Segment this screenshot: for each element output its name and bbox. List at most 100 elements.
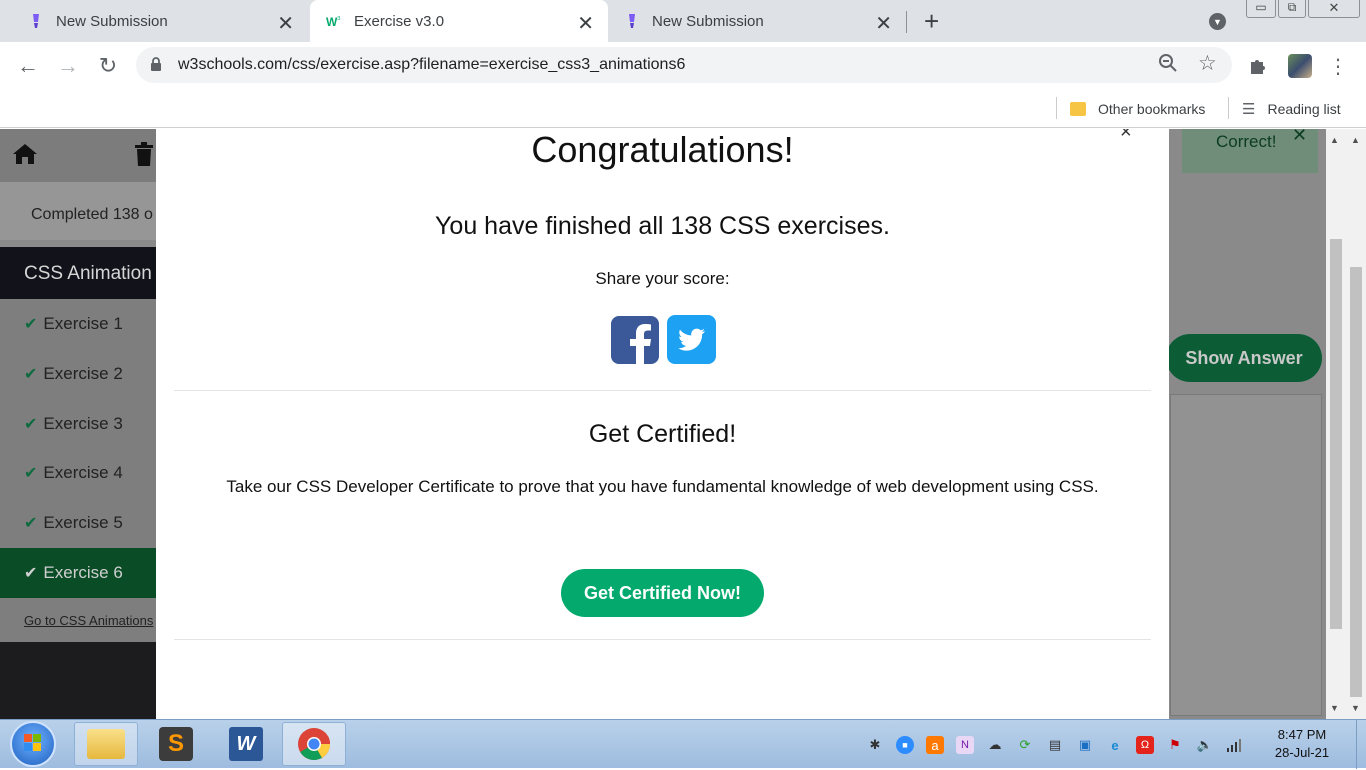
- restore-button[interactable]: ⧉: [1278, 0, 1306, 18]
- completed-count: Completed 138 o: [0, 182, 160, 240]
- tab-search-icon[interactable]: ▼: [1209, 13, 1226, 30]
- scroll-thumb[interactable]: [1350, 267, 1362, 697]
- facebook-share-button[interactable]: [611, 316, 659, 364]
- home-icon[interactable]: [12, 142, 38, 171]
- svg-text:3: 3: [337, 16, 340, 22]
- reload-icon[interactable]: ↻: [94, 52, 122, 80]
- clock-date: 28-Jul-21: [1274, 745, 1330, 760]
- sync-icon[interactable]: ⟳: [1016, 736, 1034, 754]
- w3schools-icon: W3: [326, 13, 342, 29]
- profile-avatar[interactable]: [1286, 52, 1314, 80]
- zoom-app-icon[interactable]: ■: [896, 736, 914, 754]
- close-notice-icon[interactable]: ✕: [1292, 129, 1307, 146]
- close-tab-icon[interactable]: ✕: [277, 11, 294, 36]
- scroll-down-icon[interactable]: ▼: [1351, 703, 1360, 713]
- brush-icon: [624, 13, 640, 29]
- sidebar-item-exercise-3[interactable]: ✔ Exercise 3: [0, 399, 160, 449]
- zoom-icon[interactable]: [1158, 53, 1178, 78]
- close-tab-icon[interactable]: ✕: [875, 11, 892, 36]
- finished-message: You have finished all 138 CSS exercises.: [435, 212, 890, 240]
- taskbar: S W ✱ ■ a N ☁ ⟳ ▤ ▣ e Ω ⚑ 🔈 8:47 PM 28-J…: [0, 719, 1366, 769]
- sidebar-item-exercise-1[interactable]: ✔ Exercise 1: [0, 299, 160, 349]
- tab-exercise[interactable]: W3 Exercise v3.0 ✕: [310, 0, 608, 42]
- signal-icon[interactable]: [1226, 736, 1244, 754]
- tab-title: New Submission: [652, 12, 764, 30]
- scroll-thumb[interactable]: [1330, 239, 1342, 629]
- chrome-icon: [298, 728, 331, 761]
- brush-icon: [28, 13, 44, 29]
- bookmarks-separator: [1056, 97, 1057, 119]
- twitter-share-button[interactable]: [667, 315, 716, 364]
- taskbar-word[interactable]: W: [214, 722, 278, 766]
- folder-icon: [1070, 102, 1086, 116]
- acrobat-icon[interactable]: Ω: [1136, 736, 1154, 754]
- check-icon: ✔: [24, 416, 38, 433]
- avast-icon[interactable]: a: [926, 736, 944, 754]
- system-clock[interactable]: 8:47 PM 28-Jul-21: [1262, 726, 1342, 762]
- check-icon: ✔: [24, 316, 38, 333]
- scroll-up-icon[interactable]: ▲: [1351, 135, 1360, 145]
- twitter-icon: [667, 328, 716, 368]
- show-answer-button[interactable]: Show Answer: [1166, 334, 1322, 382]
- check-icon: ✔: [24, 465, 38, 482]
- close-tab-icon[interactable]: ✕: [577, 11, 594, 36]
- page-scrollbar[interactable]: ▲: [1326, 129, 1346, 719]
- get-certified-button[interactable]: Get Certified Now!: [561, 569, 764, 617]
- lock-icon: [150, 57, 162, 71]
- cloud-upload-icon[interactable]: ☁: [986, 736, 1004, 754]
- close-window-button[interactable]: ✕: [1308, 0, 1360, 18]
- window-scrollbar[interactable]: ▲ ▼: [1346, 129, 1366, 719]
- tab-new-submission-1[interactable]: New Submission ✕: [0, 0, 308, 42]
- scroll-up-icon[interactable]: ▲: [1330, 135, 1339, 145]
- back-to-tutorial-link[interactable]: Go to CSS Animations: [0, 598, 160, 642]
- sidebar-item-exercise-6[interactable]: ✔ Exercise 6: [0, 548, 160, 598]
- check-icon: ✔: [24, 366, 38, 383]
- back-icon[interactable]: ←: [14, 52, 42, 80]
- trash-icon[interactable]: [134, 142, 154, 171]
- windows-logo-icon: [24, 734, 41, 751]
- taskbar-explorer[interactable]: [74, 722, 138, 766]
- check-icon: ✔: [24, 565, 38, 582]
- clock-time: 8:47 PM: [1277, 727, 1327, 742]
- congratulations-modal: × Congratulations! You have finished all…: [156, 129, 1169, 719]
- clipboard-icon[interactable]: ▤: [1046, 736, 1064, 754]
- bookmark-star-icon[interactable]: ☆: [1198, 51, 1217, 76]
- ie-icon[interactable]: e: [1106, 736, 1124, 754]
- sidebar-item-exercise-2[interactable]: ✔ Exercise 2: [0, 349, 160, 399]
- taskbar-sublime[interactable]: S: [144, 722, 208, 766]
- reading-list-icon: ☰: [1242, 101, 1256, 118]
- word-icon: W: [229, 727, 263, 761]
- volume-icon[interactable]: 🔈: [1196, 736, 1214, 754]
- certified-description: Take our CSS Developer Certificate to pr…: [226, 477, 1099, 496]
- tab-title: Exercise v3.0: [354, 12, 445, 30]
- action-center-icon[interactable]: ⚑: [1166, 736, 1184, 754]
- start-button[interactable]: [10, 721, 56, 767]
- show-desktop-button[interactable]: [1356, 720, 1366, 769]
- url-text: w3schools.com/css/exercise.asp?filename=…: [178, 56, 686, 73]
- page-content: Completed 138 o CSS Animation ✔ Exercise …: [0, 129, 1326, 719]
- check-icon: ✔: [24, 515, 38, 532]
- other-bookmarks-label: Other bookmarks: [1098, 101, 1206, 117]
- modal-title: Congratulations!: [531, 129, 794, 170]
- bookmarks-separator: [1228, 97, 1229, 119]
- certified-title: Get Certified!: [588, 420, 737, 448]
- address-bar[interactable]: w3schools.com/css/exercise.asp?filename=…: [136, 47, 1232, 83]
- scroll-down-icon[interactable]: ▼: [1330, 703, 1339, 713]
- sidebar-item-exercise-4[interactable]: ✔ Exercise 4: [0, 448, 160, 498]
- tab-new-submission-2[interactable]: New Submission ✕: [608, 0, 906, 42]
- network-config-icon[interactable]: ▣: [1076, 736, 1094, 754]
- minimize-button[interactable]: ▭: [1246, 0, 1276, 18]
- menu-icon[interactable]: ⋮: [1324, 52, 1352, 80]
- onenote-icon[interactable]: N: [956, 736, 974, 754]
- reading-list[interactable]: ☰ Reading list: [1242, 96, 1341, 122]
- slack-icon[interactable]: ✱: [866, 736, 884, 754]
- extensions-icon[interactable]: [1244, 52, 1272, 80]
- result-panel: [1170, 394, 1322, 716]
- forward-icon[interactable]: →: [54, 52, 82, 80]
- new-tab-icon[interactable]: +: [924, 6, 939, 37]
- modal-divider: [174, 639, 1151, 640]
- other-bookmarks[interactable]: Other bookmarks: [1070, 96, 1205, 122]
- bookmarks-bar: Other bookmarks ☰ Reading list: [0, 90, 1366, 128]
- taskbar-chrome[interactable]: [282, 722, 346, 766]
- sidebar-item-exercise-5[interactable]: ✔ Exercise 5: [0, 498, 160, 548]
